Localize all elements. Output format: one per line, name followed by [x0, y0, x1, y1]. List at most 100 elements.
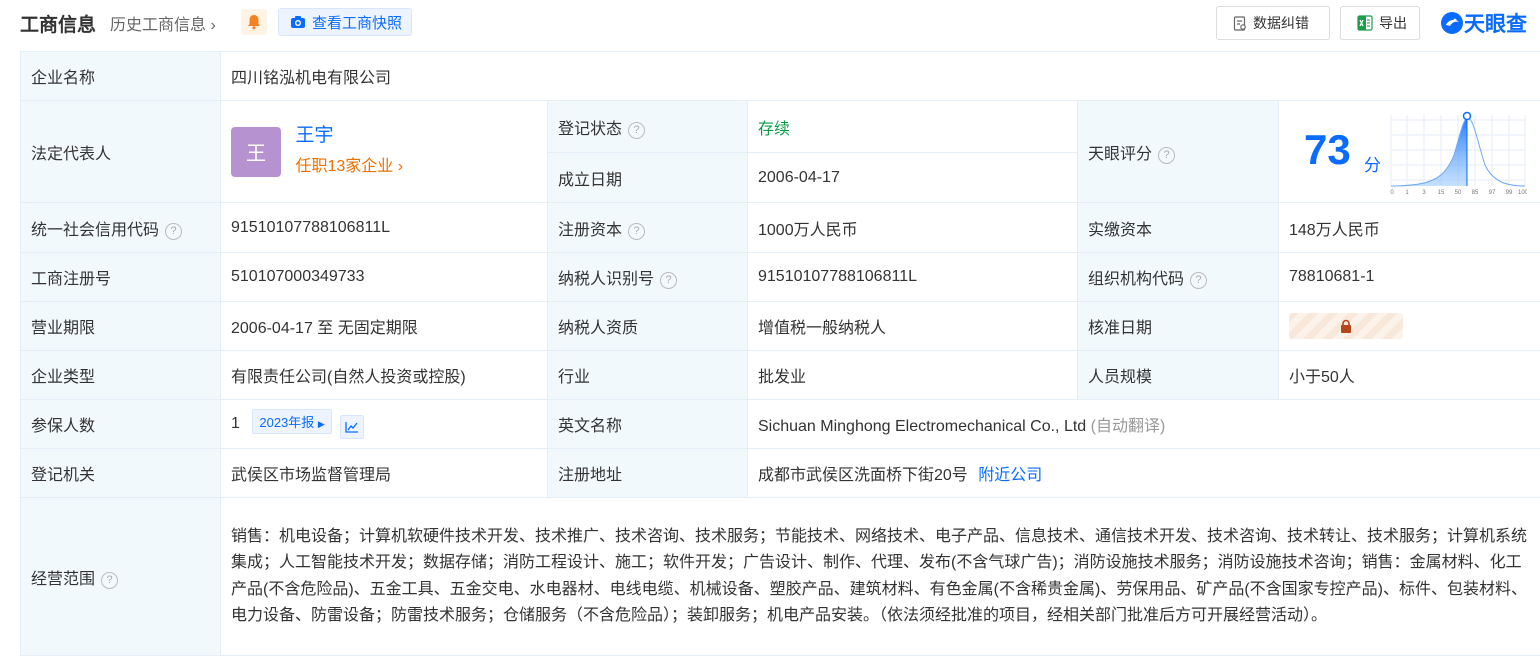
- chevron-right-icon: ›: [210, 17, 216, 34]
- help-icon[interactable]: ?: [628, 222, 646, 240]
- tianyancha-logo: 天眼查: [1440, 8, 1527, 38]
- status-value: 存续: [747, 100, 1078, 153]
- org-code-value: 78810681-1: [1278, 252, 1540, 302]
- company-name-label: 企业名称: [20, 51, 221, 101]
- paid-capital-value: 148万人民币: [1278, 202, 1540, 253]
- taxpayer-qual-label: 纳税人资质: [547, 301, 748, 351]
- table-row: 营业期限 2006-04-17 至 无固定期限 纳税人资质 增值税一般纳税人 核…: [20, 301, 1540, 351]
- reg-capital-label: 注册资本?: [547, 202, 748, 253]
- score-tick-97: 97: [1489, 190, 1496, 196]
- table-row: 参保人数 1 2023年报 ▶ 英文名称 Sichuan Minghong El…: [20, 399, 1540, 449]
- industry-value: 批发业: [747, 350, 1078, 400]
- legal-rep-label: 法定代表人: [20, 100, 221, 203]
- trend-chart-button[interactable]: [340, 415, 365, 439]
- industry-label: 行业: [547, 350, 748, 400]
- legal-rep-info: 王宇 任职13家企业 ›: [295, 121, 403, 182]
- table-row: 企业名称 四川铭泓机电有限公司: [20, 51, 1540, 101]
- legal-rep-cell: 王 王宇 任职13家企业 ›: [220, 100, 548, 203]
- address-value: 成都市武侯区洗面桥下街20号: [758, 467, 968, 484]
- auto-translate-note: (自动翻译): [1090, 418, 1166, 435]
- en-name-cell: Sichuan Minghong Electromechanical Co., …: [747, 399, 1540, 449]
- data-correction-button[interactable]: 数据纠错: [1216, 6, 1330, 40]
- help-icon[interactable]: ?: [101, 571, 119, 589]
- insured-value: 1: [231, 415, 240, 432]
- type-value: 有限责任公司(自然人投资或控股): [220, 350, 548, 400]
- insured-label: 参保人数: [20, 399, 221, 449]
- table-row: 企业类型 有限责任公司(自然人投资或控股) 行业 批发业 人员规模 小于50人: [20, 350, 1540, 400]
- reg-no-label: 工商注册号: [20, 252, 221, 302]
- lock-icon: [1341, 319, 1351, 333]
- taxpayer-id-label: 纳税人识别号?: [547, 252, 748, 302]
- table-row: 经营范围? 销售：机电设备；计算机软硬件技术开发、技术推广、技术咨询、技术服务；…: [20, 497, 1540, 656]
- score-tick-15: 15: [1438, 190, 1445, 196]
- score-tick-85: 85: [1472, 190, 1479, 196]
- type-label: 企业类型: [20, 350, 221, 400]
- authority-value: 武侯区市场监督管理局: [220, 448, 548, 498]
- taxpayer-qual-value: 增值税一般纳税人: [747, 301, 1078, 351]
- legal-rep-jobs-link[interactable]: 任职13家企业 ›: [295, 158, 403, 175]
- authority-label: 登记机关: [20, 448, 221, 498]
- table-row: 统一社会信用代码? 91510107788106811L 注册资本? 1000万…: [20, 202, 1540, 253]
- caret-right-icon: ▶: [317, 419, 325, 429]
- org-code-label: 组织机构代码?: [1077, 252, 1279, 302]
- scope-value: 销售：机电设备；计算机软硬件技术开发、技术推广、技术咨询、技术服务；节能技术、网…: [220, 497, 1540, 656]
- excel-icon: [1357, 15, 1373, 31]
- credit-code-label: 统一社会信用代码?: [20, 202, 221, 253]
- term-label: 营业期限: [20, 301, 221, 351]
- locked-value[interactable]: [1289, 313, 1403, 339]
- score-label: 天眼评分?: [1077, 100, 1279, 203]
- line-chart-icon: [345, 422, 359, 433]
- score-tick-3: 3: [1422, 190, 1426, 196]
- score-tick-50: 50: [1455, 190, 1462, 196]
- address-cell: 成都市武侯区洗面桥下街20号 附近公司: [747, 448, 1540, 498]
- term-value: 2006-04-17 至 无固定期限: [220, 301, 548, 351]
- snapshot-button[interactable]: 查看工商快照: [278, 8, 412, 36]
- en-name-value: Sichuan Minghong Electromechanical Co., …: [758, 418, 1087, 435]
- help-icon[interactable]: ?: [165, 222, 183, 240]
- help-icon[interactable]: ?: [660, 272, 678, 289]
- approval-date-value: [1278, 301, 1540, 351]
- tianyancha-logo-icon: [1441, 12, 1463, 34]
- en-name-label: 英文名称: [547, 399, 748, 449]
- founded-label: 成立日期: [547, 152, 748, 203]
- table-row: 登记机关 武侯区市场监督管理局 注册地址 成都市武侯区洗面桥下街20号 附近公司: [20, 448, 1540, 498]
- paid-capital-label: 实缴资本: [1077, 202, 1279, 253]
- table-row: 法定代表人 王 王宇 任职13家企业 › 登记状态? 存续 天眼评分? 73 分: [20, 100, 1540, 203]
- score-unit: 分: [1364, 155, 1381, 175]
- insured-cell: 1 2023年报 ▶: [220, 399, 548, 449]
- chevron-right-icon: ›: [397, 158, 404, 175]
- staff-label: 人员规模: [1077, 350, 1279, 400]
- score-distribution-chart: 0 1 3 15 50 85 97 99 100: [1390, 111, 1527, 196]
- credit-code-value: 91510107788106811L: [220, 202, 548, 253]
- reg-no-value: 510107000349733: [220, 252, 548, 302]
- score-widget[interactable]: 73 分 0 1 3 15 50 85 97 99 100: [1279, 102, 1540, 202]
- founded-value: 2006-04-17: [747, 152, 1078, 203]
- staff-value: 小于50人: [1278, 350, 1540, 400]
- header-bar: 工商信息 历史工商信息 › 查看工商快照 数据纠错 导出 天眼查: [0, 0, 1540, 46]
- approval-date-label: 核准日期: [1077, 301, 1279, 351]
- help-icon[interactable]: ?: [628, 121, 646, 139]
- business-info-table: 企业名称 四川铭泓机电有限公司 法定代表人 王 王宇 任职13家企业 › 登记状…: [20, 51, 1540, 656]
- avatar[interactable]: 王: [231, 126, 281, 177]
- score-tick-99: 99: [1506, 190, 1513, 196]
- reg-capital-value: 1000万人民币: [747, 202, 1078, 253]
- table-row: 工商注册号 510107000349733 纳税人识别号? 9151010778…: [20, 252, 1540, 302]
- score-cell[interactable]: 73 分 0 1 3 15 50 85 97 99 100: [1278, 100, 1540, 203]
- help-icon[interactable]: ?: [1190, 272, 1208, 289]
- scope-label: 经营范围?: [20, 497, 221, 656]
- score-tick-1: 1: [1405, 190, 1409, 196]
- address-label: 注册地址: [547, 448, 748, 498]
- history-link[interactable]: 历史工商信息 ›: [110, 11, 216, 35]
- status-label: 登记状态?: [547, 100, 748, 153]
- legal-rep-name[interactable]: 王宇: [295, 125, 333, 146]
- score-value: 73: [1304, 125, 1351, 173]
- bell-icon[interactable]: [241, 9, 267, 35]
- camera-icon: [291, 16, 305, 28]
- annual-report-tag[interactable]: 2023年报 ▶: [252, 409, 332, 434]
- section-title: 工商信息: [20, 15, 97, 36]
- nearby-companies-link[interactable]: 附近公司: [978, 467, 1042, 484]
- score-tick-100: 100: [1518, 190, 1527, 196]
- help-icon[interactable]: ?: [1158, 146, 1176, 164]
- export-button[interactable]: 导出: [1340, 6, 1420, 40]
- company-name: 四川铭泓机电有限公司: [220, 51, 1540, 101]
